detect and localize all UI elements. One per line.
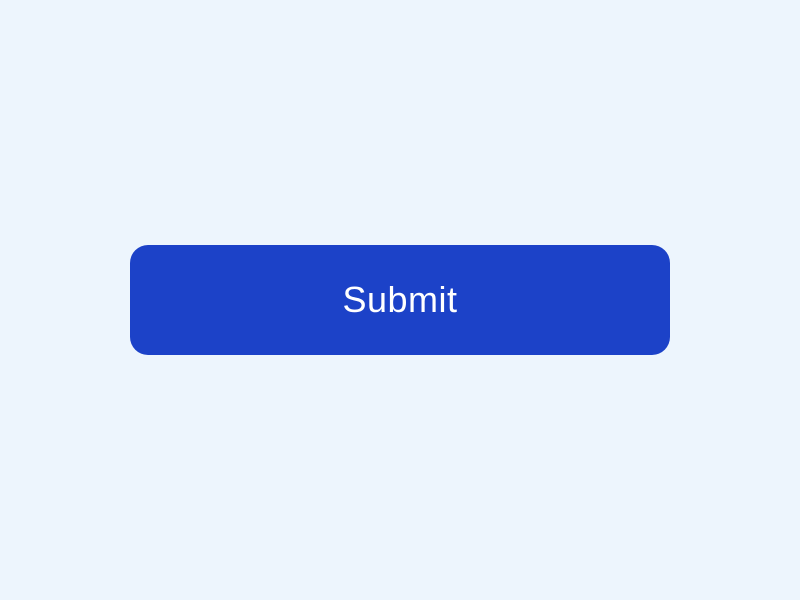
submit-button[interactable]: Submit <box>130 245 670 355</box>
submit-button-label: Submit <box>342 279 457 321</box>
